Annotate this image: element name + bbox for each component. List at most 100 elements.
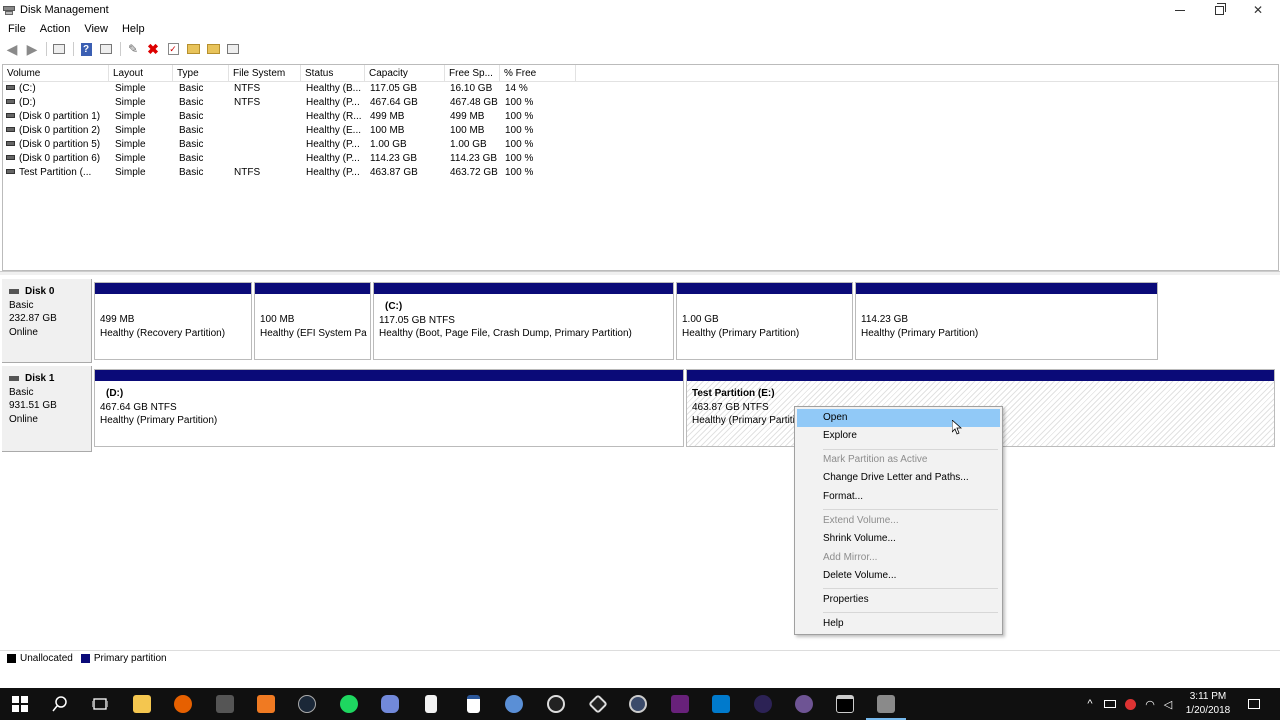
connect-button[interactable]: ✎: [124, 40, 142, 58]
menu-action[interactable]: Action: [33, 20, 78, 38]
action-center-button[interactable]: [1244, 688, 1264, 720]
disk-1-label[interactable]: Disk 1 Basic 931.51 GB Online: [2, 366, 92, 452]
firefox-icon: [174, 695, 192, 713]
pane-splitter[interactable]: [0, 271, 1280, 275]
taskbar-vscode[interactable]: [709, 692, 733, 716]
taskbar-discord[interactable]: [378, 692, 402, 716]
taskbar-file-explorer[interactable]: [130, 692, 154, 716]
menu-view[interactable]: View: [77, 20, 115, 38]
volume-capacity: 117.05 GB: [370, 83, 418, 94]
discord-icon: [381, 695, 399, 713]
system-clock[interactable]: 3:11 PM 1/20/2018: [1176, 690, 1240, 718]
column-header-layout[interactable]: Layout: [109, 65, 173, 82]
volume-list[interactable]: Volume Layout Type File System Status Ca…: [2, 64, 1279, 271]
table-row[interactable]: (Disk 0 partition 6) Simple Basic Health…: [3, 152, 1278, 166]
taskbar-app-4[interactable]: [254, 692, 278, 716]
taskbar-cmd[interactable]: [833, 692, 857, 716]
volume-capacity: 467.64 GB: [370, 97, 418, 108]
menu-item-open[interactable]: Open: [797, 409, 1000, 427]
search-button[interactable]: [48, 692, 72, 716]
taskbar-firefox[interactable]: [171, 692, 195, 716]
column-header-free-space[interactable]: Free Sp...: [445, 65, 500, 82]
menu-item-help[interactable]: Help: [797, 615, 1000, 633]
taskbar-visual-studio[interactable]: [668, 692, 692, 716]
back-button[interactable]: ◀: [3, 40, 21, 58]
network-button[interactable]: ◠: [1142, 688, 1158, 720]
partition-disk0-6[interactable]: 114.23 GB Healthy (Primary Partition): [855, 282, 1158, 360]
column-header-percent-free[interactable]: % Free: [500, 65, 576, 82]
partition-disk0-efi[interactable]: 100 MB Healthy (EFI System Part: [254, 282, 371, 360]
taskbar-github[interactable]: [792, 692, 816, 716]
minimize-button[interactable]: [1160, 0, 1200, 20]
column-header-volume[interactable]: Volume: [3, 65, 109, 82]
taskbar-app-8[interactable]: [419, 692, 443, 716]
taskbar-unity[interactable]: [586, 692, 610, 716]
menu-item-extend-volume[interactable]: Extend Volume...: [797, 512, 1000, 530]
menu-item-add-mirror[interactable]: Add Mirror...: [797, 549, 1000, 567]
table-row[interactable]: (C:) Simple Basic NTFS Healthy (B... 117…: [3, 82, 1278, 96]
partition-disk0-5[interactable]: 1.00 GB Healthy (Primary Partition): [676, 282, 853, 360]
table-row[interactable]: Test Partition (... Simple Basic NTFS He…: [3, 166, 1278, 180]
show-hidden-icons-button[interactable]: ^: [1082, 688, 1098, 720]
taskbar-app-13[interactable]: [626, 692, 650, 716]
menu-item-explore[interactable]: Explore: [797, 427, 1000, 445]
partition-disk0-recovery[interactable]: 499 MB Healthy (Recovery Partition): [94, 282, 252, 360]
close-button[interactable]: ✕: [1238, 0, 1278, 20]
forward-button[interactable]: ▶: [23, 40, 41, 58]
menu-item-mark-active[interactable]: Mark Partition as Active: [797, 451, 1000, 469]
start-button[interactable]: [8, 692, 32, 716]
properties-button[interactable]: [97, 40, 115, 58]
taskbar-spotify[interactable]: [337, 692, 361, 716]
toolbar-separator: [120, 42, 121, 56]
volume-icon: [6, 84, 15, 90]
folder-search-button[interactable]: [204, 40, 222, 58]
volume-name: (D:): [19, 97, 36, 108]
delete-button[interactable]: ✖: [144, 40, 162, 58]
tray-app-2[interactable]: [1122, 688, 1138, 720]
tray-app-1[interactable]: [1102, 688, 1118, 720]
menu-help[interactable]: Help: [115, 20, 152, 38]
partition-disk1-d[interactable]: (D:) 467.64 GB NTFS Healthy (Primary Par…: [94, 369, 684, 447]
help-button[interactable]: ?: [77, 40, 95, 58]
menu-file[interactable]: File: [0, 20, 33, 38]
volume-type: Basic: [179, 167, 204, 178]
delete-x-icon: ✖: [147, 40, 159, 57]
taskbar-steam[interactable]: [295, 692, 319, 716]
menu-item-change-drive-letter[interactable]: Change Drive Letter and Paths...: [797, 469, 1000, 487]
speaker-icon: ◁: [1163, 698, 1173, 711]
volume-name: Test Partition (...: [19, 167, 92, 178]
table-row[interactable]: (Disk 0 partition 5) Simple Basic Health…: [3, 138, 1278, 152]
check-button[interactable]: ✓: [164, 40, 182, 58]
volume-type: Basic: [179, 83, 204, 94]
taskbar-app-9[interactable]: [461, 692, 485, 716]
maximize-button[interactable]: [1199, 0, 1239, 20]
taskbar-disk-management[interactable]: [866, 692, 906, 720]
visual-studio-icon: [671, 695, 689, 713]
table-row[interactable]: (Disk 0 partition 1) Simple Basic Health…: [3, 110, 1278, 124]
show-hide-console-tree-button[interactable]: [50, 40, 68, 58]
menu-item-properties[interactable]: Properties: [797, 591, 1000, 609]
volume-capacity: 1.00 GB: [370, 139, 407, 150]
folder-up-button[interactable]: [184, 40, 202, 58]
volume-layout: Simple: [115, 83, 146, 94]
column-header-type[interactable]: Type: [173, 65, 229, 82]
task-view-button[interactable]: [88, 692, 112, 716]
forward-arrow-icon: ▶: [26, 40, 38, 57]
menu-item-delete-volume[interactable]: Delete Volume...: [797, 567, 1000, 585]
menu-item-format[interactable]: Format...: [797, 488, 1000, 506]
table-row[interactable]: (Disk 0 partition 2) Simple Basic Health…: [3, 124, 1278, 138]
table-row[interactable]: (D:) Simple Basic NTFS Healthy (P... 467…: [3, 96, 1278, 110]
taskbar-app-3[interactable]: [213, 692, 237, 716]
column-header-capacity[interactable]: Capacity: [365, 65, 445, 82]
taskbar-eclipse[interactable]: [751, 692, 775, 716]
volume-button[interactable]: ◁: [1160, 688, 1176, 720]
disk-0-label[interactable]: Disk 0 Basic 232.87 GB Online: [2, 279, 92, 363]
taskbar-obs[interactable]: [544, 692, 568, 716]
column-header-file-system[interactable]: File System: [229, 65, 301, 82]
volume-name: (Disk 0 partition 5): [19, 139, 101, 150]
taskbar-qbittorrent[interactable]: [502, 692, 526, 716]
column-header-status[interactable]: Status: [301, 65, 365, 82]
partition-disk0-c[interactable]: (C:) 117.05 GB NTFS Healthy (Boot, Page …: [373, 282, 674, 360]
menu-item-shrink-volume[interactable]: Shrink Volume...: [797, 530, 1000, 548]
view-button[interactable]: [224, 40, 242, 58]
